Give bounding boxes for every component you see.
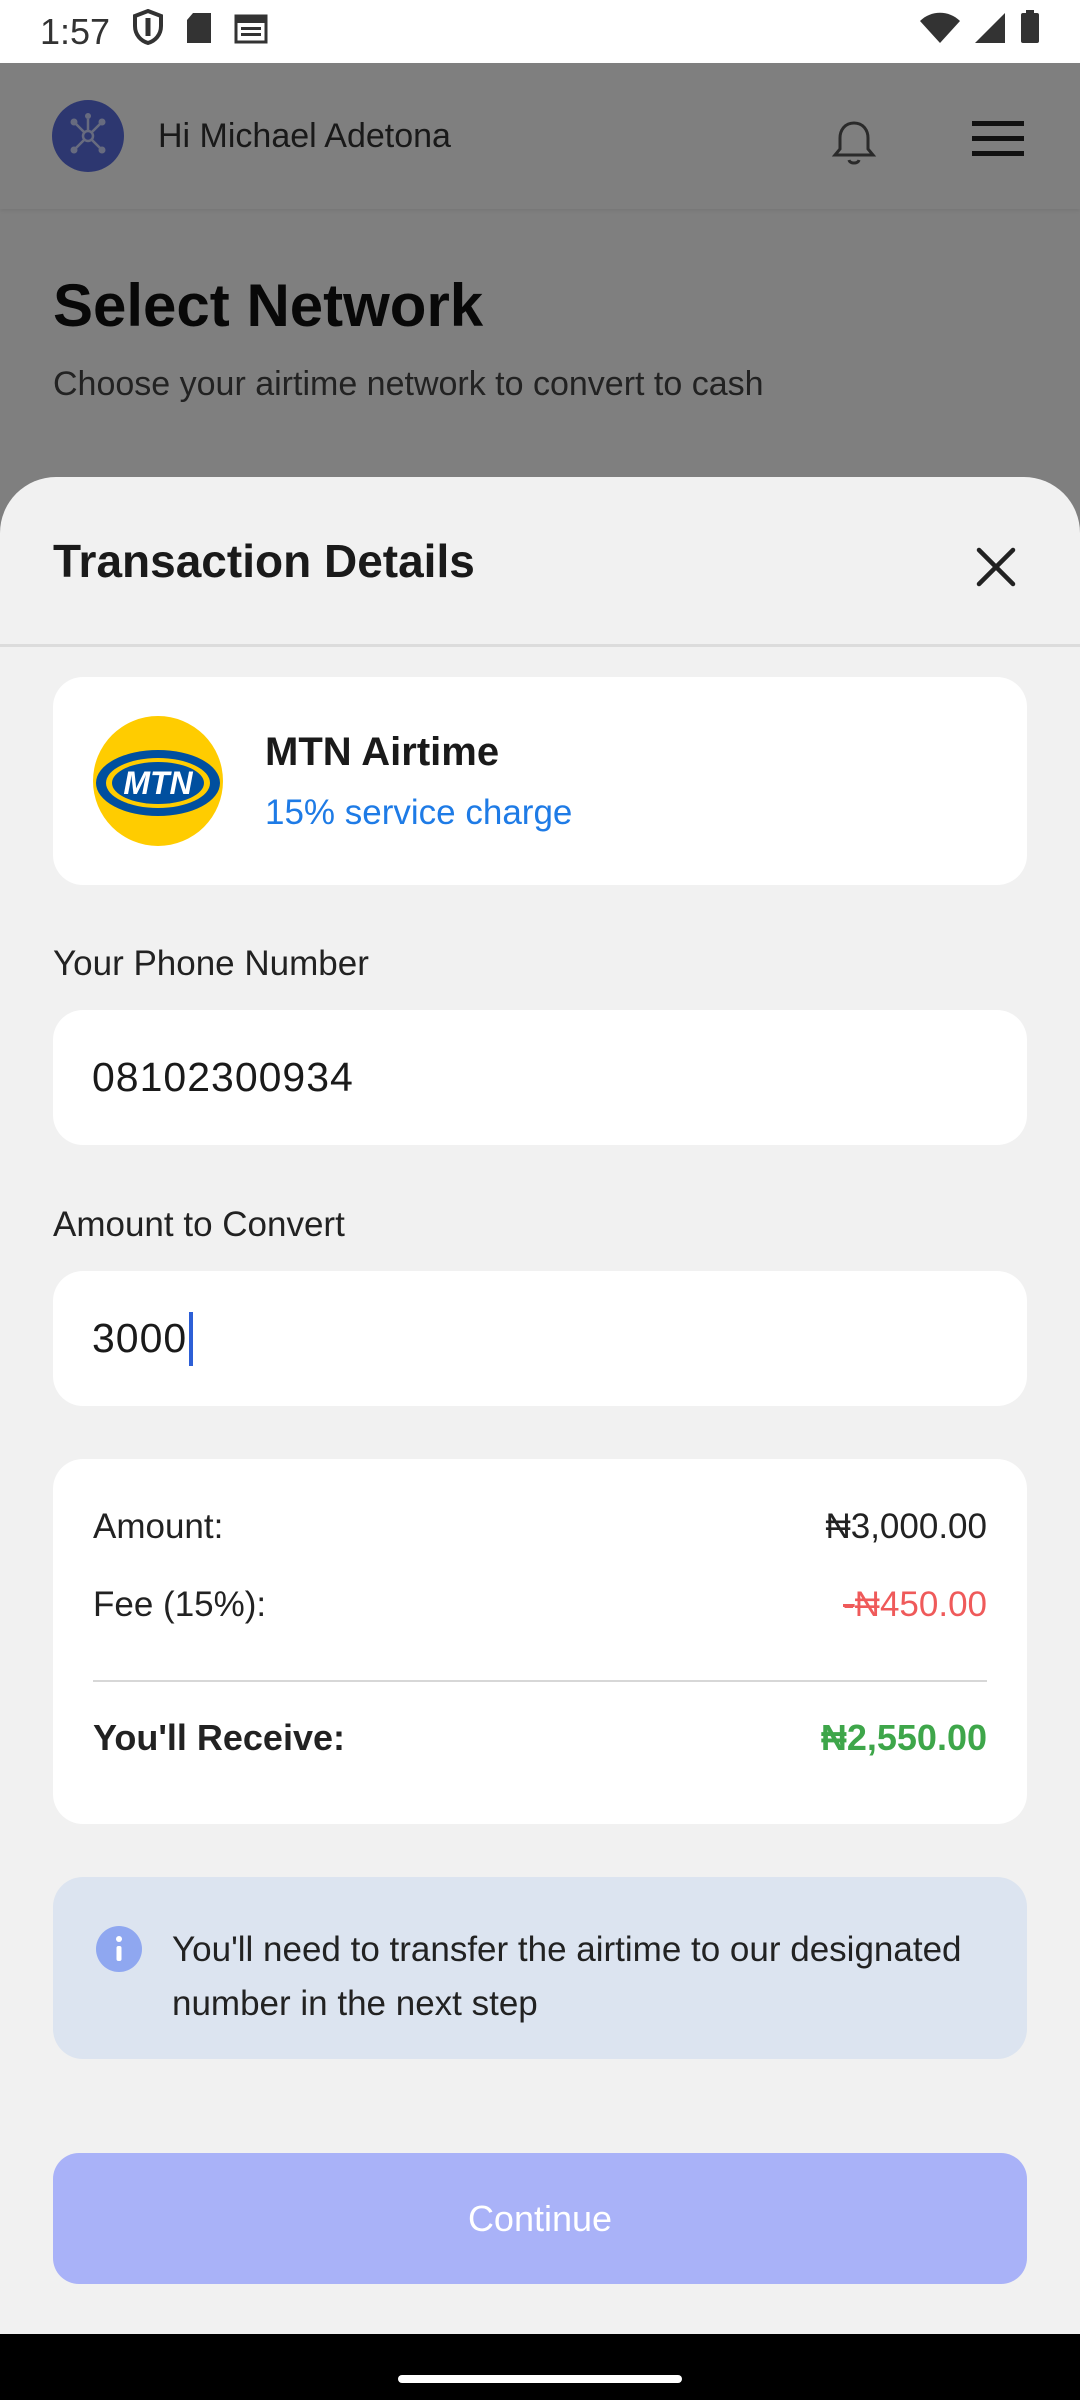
- summary-row-amount: Amount: ₦3,000.00: [93, 1507, 987, 1547]
- summary-fee-value: -₦450.00: [843, 1585, 987, 1624]
- network-name: MTN Airtime: [265, 729, 500, 774]
- system-nav-bar: [0, 2334, 1080, 2400]
- shield-icon: [132, 8, 164, 54]
- summary-row-fee: Fee (15%): -₦450.00: [93, 1585, 987, 1625]
- continue-button[interactable]: Continue: [53, 2153, 1027, 2284]
- summary-receive-label: You'll Receive:: [93, 1717, 345, 1758]
- status-bar: 1:57: [0, 0, 1080, 63]
- info-text: You'll need to transfer the airtime to o…: [172, 1930, 962, 2023]
- text-caret: [189, 1311, 194, 1366]
- svg-text:MTN: MTN: [123, 765, 193, 801]
- summary-amount-label: Amount:: [93, 1507, 224, 1546]
- home-indicator[interactable]: [398, 2375, 682, 2383]
- status-time: 1:57: [40, 10, 111, 52]
- summary-fee-label: Fee (15%):: [93, 1585, 267, 1624]
- close-icon[interactable]: [966, 537, 1026, 597]
- battery-icon: [1020, 10, 1040, 53]
- network-card: MTN MTN Airtime 15% service charge: [53, 677, 1027, 885]
- phone-number-input[interactable]: 08102300934: [53, 1010, 1027, 1145]
- service-charge-text: 15% service charge: [265, 792, 573, 832]
- amount-input[interactable]: 3000: [53, 1271, 1027, 1406]
- wifi-icon: [920, 11, 960, 53]
- sheet-header: Transaction Details: [0, 477, 1080, 647]
- sd-card-icon: [186, 11, 212, 53]
- info-notice: You'll need to transfer the airtime to o…: [53, 1877, 1027, 2059]
- summary-row-receive: You'll Receive: ₦2,550.00: [93, 1717, 987, 1759]
- phone-number-value: 08102300934: [92, 1054, 354, 1100]
- summary-card: Amount: ₦3,000.00 Fee (15%): -₦450.00 Yo…: [53, 1459, 1027, 1824]
- summary-amount-value: ₦3,000.00: [825, 1507, 987, 1546]
- mtn-logo-icon: MTN: [93, 716, 223, 846]
- sheet-title: Transaction Details: [53, 534, 475, 587]
- signal-icon: [974, 11, 1006, 53]
- summary-divider: [93, 1680, 987, 1682]
- summary-receive-value: ₦2,550.00: [820, 1717, 987, 1758]
- amount-value: 3000: [92, 1315, 188, 1361]
- calendar-icon: [234, 11, 268, 53]
- amount-label: Amount to Convert: [53, 1205, 345, 1244]
- phone-label: Your Phone Number: [53, 944, 369, 983]
- info-icon: [95, 1925, 143, 1989]
- transaction-details-sheet: Transaction Details MTN MTN Airtime 15% …: [0, 477, 1080, 2334]
